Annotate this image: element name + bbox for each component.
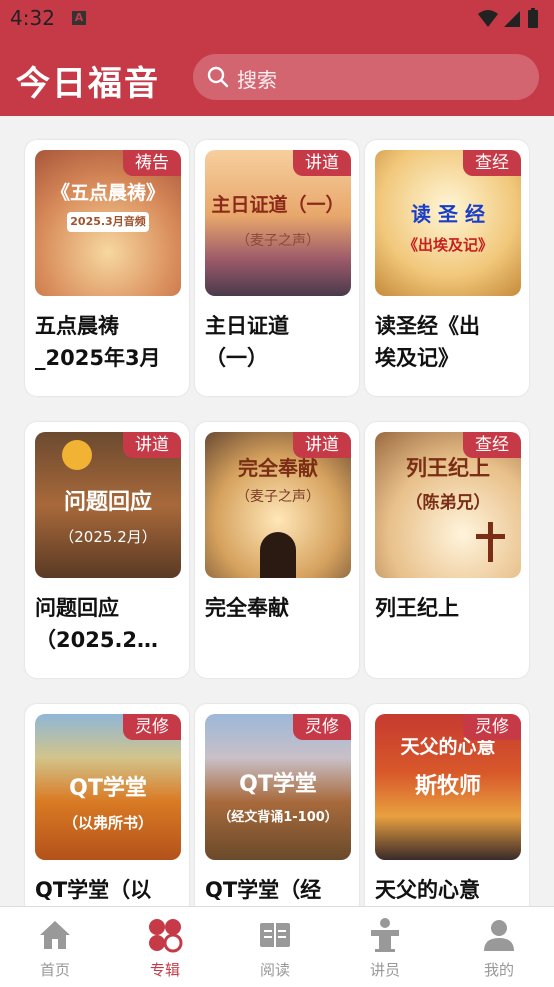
- album-title: 五点晨祷 _2025年3月: [35, 314, 161, 370]
- app-title: 今日福音: [16, 64, 160, 104]
- category-tag: 讲道: [293, 150, 351, 176]
- tab-mine[interactable]: 我的: [444, 907, 554, 987]
- album-title: 列王纪上: [375, 596, 459, 620]
- album-card[interactable]: 天父的心意 斯牧师 灵修 天父的心意: [365, 704, 529, 906]
- album-cover: QT学堂 （经文背诵1-100） 灵修: [205, 714, 351, 860]
- album-icon: [147, 917, 183, 953]
- album-cover: 《五点晨祷》 2025.3月音频 祷告: [35, 150, 181, 296]
- search-bar[interactable]: 搜索: [193, 54, 539, 100]
- speaker-icon: [367, 917, 403, 953]
- album-card[interactable]: 完全奉献 （麦子之声） 讲道 完全奉献: [195, 422, 359, 678]
- tab-label: 我的: [483, 961, 514, 979]
- category-tag: 讲道: [123, 432, 181, 458]
- album-cover: 列王纪上 （陈弟兄） 查经: [375, 432, 521, 578]
- flower-decoration: [62, 440, 92, 470]
- album-card[interactable]: 主日证道（一） （麦子之声） 讲道 主日证道 （一）: [195, 140, 359, 396]
- tab-label: 阅读: [259, 961, 290, 979]
- album-title: QT学堂（经: [205, 878, 322, 902]
- status-time: 4:32: [10, 6, 55, 30]
- tab-speakers[interactable]: 讲员: [330, 907, 440, 987]
- category-tag: 灵修: [123, 714, 181, 740]
- tab-label: 首页: [39, 961, 70, 979]
- category-tag: 查经: [463, 432, 521, 458]
- album-cover: 完全奉献 （麦子之声） 讲道: [205, 432, 351, 578]
- album-cover: 问题回应 （2025.2月） 讲道: [35, 432, 181, 578]
- category-tag: 祷告: [123, 150, 181, 176]
- album-cover: 天父的心意 斯牧师 灵修: [375, 714, 521, 860]
- category-tag: 灵修: [463, 714, 521, 740]
- tab-album[interactable]: 专辑: [110, 907, 220, 987]
- album-cover: QT学堂 （以弗所书） 灵修: [35, 714, 181, 860]
- cross-icon: [488, 522, 493, 562]
- system-icons: [476, 8, 546, 34]
- category-tag: 查经: [463, 150, 521, 176]
- tab-label: 专辑: [149, 961, 180, 979]
- wifi-signal-battery-icon: [478, 8, 538, 28]
- notification-icon: A: [72, 11, 86, 25]
- book-icon: [257, 917, 293, 953]
- album-card[interactable]: QT学堂 （以弗所书） 灵修 QT学堂（以: [25, 704, 189, 906]
- album-title: 读圣经《出 埃及记》: [375, 314, 480, 370]
- tab-home[interactable]: 首页: [0, 907, 110, 987]
- cover-subtitle: 2025.3月音频: [67, 212, 149, 232]
- album-title: QT学堂（以: [35, 878, 152, 902]
- album-card[interactable]: 列王纪上 （陈弟兄） 查经 列王纪上: [365, 422, 529, 678]
- album-title: 主日证道 （一）: [205, 314, 289, 370]
- album-grid: 《五点晨祷》 2025.3月音频 祷告 五点晨祷 _2025年3月 主日证道（一…: [0, 116, 554, 906]
- album-card[interactable]: 《五点晨祷》 2025.3月音频 祷告 五点晨祷 _2025年3月: [25, 140, 189, 396]
- home-icon: [37, 917, 73, 953]
- album-card[interactable]: 问题回应 （2025.2月） 讲道 问题回应 （2025.2…: [25, 422, 189, 678]
- category-tag: 讲道: [293, 432, 351, 458]
- category-tag: 灵修: [293, 714, 351, 740]
- tab-read[interactable]: 阅读: [220, 907, 330, 987]
- album-card[interactable]: QT学堂 （经文背诵1-100） 灵修 QT学堂（经: [195, 704, 359, 906]
- album-title: 问题回应 （2025.2…: [35, 596, 159, 652]
- search-placeholder: 搜索: [237, 68, 277, 92]
- person-silhouette: [260, 532, 296, 578]
- search-icon: [207, 66, 229, 92]
- app-bar: 今日福音 搜索: [0, 38, 554, 116]
- status-bar: 4:32 A: [0, 0, 554, 38]
- bottom-nav: 首页 专辑 阅读 讲员 我的: [0, 906, 554, 987]
- user-icon: [481, 917, 517, 953]
- album-title: 天父的心意: [375, 878, 480, 902]
- album-card[interactable]: 读 圣 经 《出埃及记》 查经 读圣经《出 埃及记》: [365, 140, 529, 396]
- tab-label: 讲员: [369, 961, 400, 979]
- album-cover: 读 圣 经 《出埃及记》 查经: [375, 150, 521, 296]
- album-cover: 主日证道（一） （麦子之声） 讲道: [205, 150, 351, 296]
- album-title: 完全奉献: [205, 596, 289, 620]
